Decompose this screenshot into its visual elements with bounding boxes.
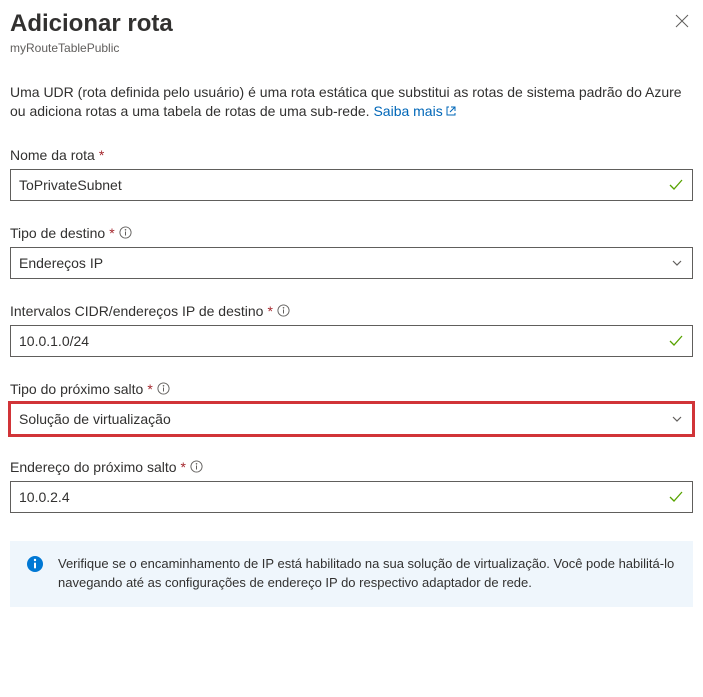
info-icon[interactable]: [119, 226, 132, 239]
required-mark: *: [109, 225, 114, 241]
chevron-down-icon: [670, 256, 684, 270]
info-icon[interactable]: [277, 304, 290, 317]
close-icon: [675, 14, 689, 28]
external-link-icon: [445, 103, 457, 123]
description-text: Uma UDR (rota definida pelo usuário) é u…: [10, 83, 693, 123]
chevron-down-icon: [670, 412, 684, 426]
info-icon[interactable]: [157, 382, 170, 395]
description-body: Uma UDR (rota definida pelo usuário) é u…: [10, 84, 682, 120]
check-icon: [668, 489, 684, 505]
required-mark: *: [181, 459, 186, 475]
route-name-value: ToPrivateSubnet: [19, 177, 658, 193]
close-button[interactable]: [671, 10, 693, 36]
check-icon: [668, 333, 684, 349]
next-hop-address-field: Endereço do próximo salto * 10.0.2.4: [10, 459, 693, 513]
route-name-label: Nome da rota: [10, 147, 95, 163]
next-hop-address-value: 10.0.2.4: [19, 489, 658, 505]
cidr-value: 10.0.1.0/24: [19, 333, 658, 349]
info-message-text: Verifique se o encaminhamento de IP está…: [58, 556, 674, 590]
info-icon[interactable]: [190, 460, 203, 473]
cidr-input[interactable]: 10.0.1.0/24: [10, 325, 693, 357]
learn-more-link[interactable]: Saiba mais: [373, 103, 456, 119]
destination-type-select[interactable]: Endereços IP: [10, 247, 693, 279]
destination-type-field: Tipo de destino * Endereços IP: [10, 225, 693, 279]
check-icon: [668, 177, 684, 193]
cidr-field: Intervalos CIDR/endereços IP de destino …: [10, 303, 693, 357]
required-mark: *: [147, 381, 152, 397]
next-hop-type-select[interactable]: Solução de virtualização: [10, 403, 693, 435]
page-title: Adicionar rota: [10, 10, 173, 39]
destination-type-value: Endereços IP: [19, 255, 658, 271]
next-hop-address-label: Endereço do próximo salto: [10, 459, 177, 475]
cidr-label: Intervalos CIDR/endereços IP de destino: [10, 303, 263, 319]
info-badge-icon: [26, 555, 44, 579]
required-mark: *: [267, 303, 272, 319]
info-message-box: Verifique se o encaminhamento de IP está…: [10, 541, 693, 607]
next-hop-type-field: Tipo do próximo salto * Solução de virtu…: [10, 381, 693, 435]
destination-type-label: Tipo de destino: [10, 225, 105, 241]
required-mark: *: [99, 147, 104, 163]
next-hop-address-input[interactable]: 10.0.2.4: [10, 481, 693, 513]
learn-more-label: Saiba mais: [373, 103, 442, 119]
route-name-field: Nome da rota * ToPrivateSubnet: [10, 147, 693, 201]
next-hop-type-label: Tipo do próximo salto: [10, 381, 143, 397]
route-name-input[interactable]: ToPrivateSubnet: [10, 169, 693, 201]
next-hop-type-value: Solução de virtualização: [19, 411, 658, 427]
page-subtitle: myRouteTablePublic: [10, 41, 173, 55]
